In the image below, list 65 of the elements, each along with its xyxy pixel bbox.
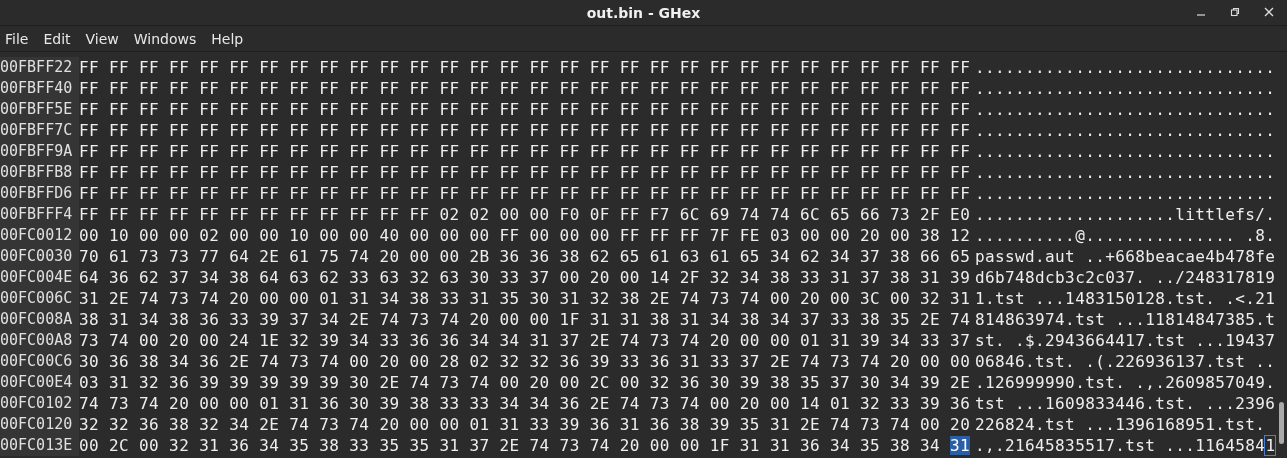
ascii-text[interactable]: .............................. <box>975 163 1276 182</box>
offset-label: 00FBFF7C <box>0 120 79 141</box>
offset-label: 00FC00E4 <box>0 372 79 393</box>
ascii-text[interactable]: ....................littlefs/. <box>975 205 1276 224</box>
hex-bytes[interactable]: 31 2E 74 73 74 20 00 00 01 31 34 38 33 31 35 30 31 32 38 2E 74 73 74 00 20 00 3C 00 32 31 <box>79 289 975 308</box>
hex-bytes[interactable]: 00 10 00 00 02 00 00 10 00 00 40 00 00 00 FF 00 00 00 FF FF FF 7F FE 03 00 00 20 00 38 12 <box>79 226 975 245</box>
hex-bytes[interactable]: 00 2C 00 32 31 36 34 35 38 33 35 35 31 37 2E 74 73 74 20 00 00 1F 31 31 36 34 35 38 34 31 <box>79 436 975 455</box>
offset-label: 00FBFFF4 <box>0 204 79 225</box>
menu-item[interactable]: File <box>5 28 36 49</box>
hex-bytes[interactable]: FF FF FF FF FF FF FF FF FF FF FF FF FF FF FF FF FF FF FF FF FF FF FF FF FF FF FF FF FF FF <box>79 58 975 77</box>
offset-label: 00FC0012 <box>0 225 79 246</box>
offset-label: 00FBFF40 <box>0 78 79 99</box>
offset-label: 00FBFF22 <box>0 57 79 78</box>
hex-bytes[interactable]: FF FF FF FF FF FF FF FF FF FF FF FF FF FF FF FF FF FF FF FF FF FF FF FF FF FF FF FF FF FF <box>79 142 975 161</box>
ascii-text[interactable]: .............................. <box>975 79 1276 98</box>
menu-item[interactable]: Help <box>211 28 251 49</box>
menu-item[interactable]: Windows <box>133 28 204 49</box>
offset-label: 00FC013E <box>0 435 79 456</box>
offset-label: 00FC00C6 <box>0 351 79 372</box>
offset-label: 00FBFF5E <box>0 99 79 120</box>
hex-bytes[interactable]: 30 36 38 34 36 2E 74 73 74 00 20 00 28 02 32 32 36 39 33 36 31 33 37 2E 74 73 74 20 00 00 <box>79 352 975 371</box>
offset-label: 00FBFF9A <box>0 141 79 162</box>
hex-bytes[interactable]: 03 31 32 36 39 39 39 39 39 30 2E 74 73 74 00 20 00 2C 00 32 36 30 39 38 35 37 30 34 39 2E <box>79 373 975 392</box>
ascii-text[interactable]: 06846.tst. .(.226936137.tst .. <box>975 352 1276 371</box>
hex-bytes[interactable]: 64 36 62 37 34 38 64 63 62 33 63 32 63 30 33 37 00 20 00 14 2F 32 34 38 33 31 37 38 31 39 <box>79 268 975 287</box>
offset-label: 00FC004E <box>0 267 79 288</box>
hex-bytes[interactable]: 38 31 34 38 36 33 39 37 34 2E 74 73 74 20 00 00 1F 31 31 38 31 34 38 34 37 33 38 35 2E 74 <box>79 310 975 329</box>
ascii-text[interactable]: .............................. <box>975 58 1276 77</box>
ascii-text[interactable]: .,.21645835517.tst ...11645841 <box>975 436 1276 455</box>
ascii-text[interactable]: 814863974.tst ...11814847385.t <box>975 310 1276 329</box>
ascii-text[interactable]: .126999990.tst. .,.2609857049. <box>975 373 1276 392</box>
restore-icon[interactable] <box>1229 6 1241 18</box>
hex-bytes[interactable]: FF FF FF FF FF FF FF FF FF FF FF FF FF FF FF FF FF FF FF FF FF FF FF FF FF FF FF FF FF FF <box>79 79 975 98</box>
hex-bytes[interactable]: FF FF FF FF FF FF FF FF FF FF FF FF FF FF FF FF FF FF FF FF FF FF FF FF FF FF FF FF FF FF <box>79 184 975 203</box>
offset-label: 00FC0030 <box>0 246 79 267</box>
ascii-text[interactable]: ..........@............... .8. <box>975 226 1276 245</box>
hex-bytes[interactable]: FF FF FF FF FF FF FF FF FF FF FF FF FF FF FF FF FF FF FF FF FF FF FF FF FF FF FF FF FF FF <box>79 100 975 119</box>
ascii-text[interactable]: .............................. <box>975 121 1276 140</box>
hex-bytes[interactable]: FF FF FF FF FF FF FF FF FF FF FF FF FF FF FF FF FF FF FF FF FF FF FF FF FF FF FF FF FF FF <box>79 121 975 140</box>
ascii-text[interactable]: .............................. <box>975 100 1276 119</box>
ascii-text[interactable]: .............................. <box>975 184 1276 203</box>
offset-label: 00FC006C <box>0 288 79 309</box>
ascii-text[interactable]: 1.tst ...1483150128.tst. .<.21 <box>975 289 1276 308</box>
hex-bytes[interactable]: FF FF FF FF FF FF FF FF FF FF FF FF FF FF FF FF FF FF FF FF FF FF FF FF FF FF FF FF FF FF <box>79 163 975 182</box>
ascii-text[interactable]: .............................. <box>975 142 1276 161</box>
menu-item[interactable]: View <box>85 28 126 49</box>
ascii-text[interactable]: st. .$.2943664417.tst ...19437 <box>975 331 1276 350</box>
offset-label: 00FC0120 <box>0 414 79 435</box>
ascii-text[interactable]: d6b748dcb3c2c037. ../248317819 <box>975 268 1276 287</box>
close-icon[interactable] <box>1263 6 1275 18</box>
menu-item[interactable]: Edit <box>43 28 78 49</box>
offset-label: 00FBFFB8 <box>0 162 79 183</box>
ascii-text[interactable]: 226824.tst ...1396168951.tst. <box>975 415 1266 434</box>
window-title: out.bin - GHex <box>586 4 701 21</box>
hex-bytes[interactable]: 74 73 74 20 00 00 01 31 36 30 39 38 33 33 34 34 36 2E 74 73 74 00 20 00 14 01 32 33 39 36 <box>79 394 975 413</box>
hex-bytes[interactable]: 70 61 73 73 77 64 2E 61 75 74 20 00 00 2B 36 36 38 62 65 61 63 61 65 34 62 34 37 38 66 65 <box>79 247 975 266</box>
ascii-text[interactable]: passwd.aut ..+668beacae4b478fe <box>975 247 1276 266</box>
offset-label: 00FC008A <box>0 309 79 330</box>
hex-bytes[interactable]: 32 32 36 38 32 34 2E 74 73 74 20 00 00 01 31 33 39 36 31 36 38 39 35 31 2E 74 73 74 00 20 <box>79 415 975 434</box>
offset-label: 00FC0102 <box>0 393 79 414</box>
offset-label: 00FC00A8 <box>0 330 79 351</box>
ascii-text[interactable]: tst ...1609833446.tst. ...2396 <box>975 394 1276 413</box>
hex-bytes[interactable]: 73 74 00 20 00 24 1E 32 39 34 33 36 36 34 34 31 37 2E 74 73 74 20 00 00 01 31 39 34 33 37 <box>79 331 975 350</box>
offset-label: 00FBFFD6 <box>0 183 79 204</box>
hex-bytes[interactable]: FF FF FF FF FF FF FF FF FF FF FF FF 02 02 00 00 F0 0F FF F7 6C 69 74 74 6C 65 66 73 2F E0 <box>79 205 975 224</box>
